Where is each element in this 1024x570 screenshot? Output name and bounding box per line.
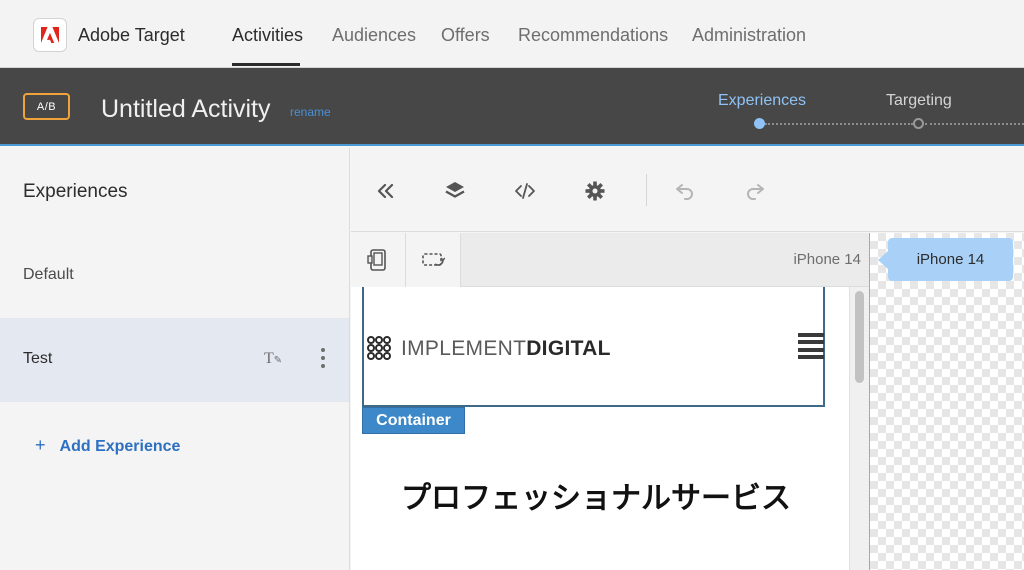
step-targeting[interactable]: Targeting <box>886 92 952 110</box>
add-experience-button[interactable]: + Add Experience <box>35 435 180 456</box>
rotate-device-icon[interactable] <box>406 233 461 287</box>
adobe-logo-icon[interactable] <box>33 18 67 52</box>
tab-administration[interactable]: Administration <box>692 25 806 46</box>
activity-title: Untitled Activity <box>101 95 271 123</box>
step-dot-targeting <box>913 118 924 129</box>
editor-toolbar <box>351 148 1024 232</box>
undo-icon[interactable] <box>673 180 697 202</box>
activity-type-badge: A/B <box>23 93 70 120</box>
hamburger-menu-icon[interactable] <box>798 333 824 359</box>
device-canvas-panel <box>869 233 1024 570</box>
experience-label: Test <box>23 350 53 367</box>
pill-arrow <box>878 251 888 269</box>
current-device-label: iPhone 14 <box>793 251 861 268</box>
experience-item-default[interactable]: Default <box>0 234 349 318</box>
more-options-icon[interactable] <box>320 348 326 368</box>
code-icon[interactable] <box>513 180 537 202</box>
experience-label: Default <box>23 266 74 283</box>
top-navigation: Adobe Target Activities Audiences Offers… <box>0 0 1024 68</box>
sidebar-title: Experiences <box>23 181 128 202</box>
layers-icon[interactable] <box>443 180 467 202</box>
scrollbar-thumb[interactable] <box>855 291 864 383</box>
toolbar-separator <box>646 174 647 206</box>
tab-audiences[interactable]: Audiences <box>332 25 416 46</box>
experience-item-test[interactable]: Test T✎ <box>0 318 349 402</box>
tab-offers[interactable]: Offers <box>441 25 490 46</box>
device-preview-icon[interactable] <box>351 233 406 287</box>
activity-header: A/B Untitled Activity rename Experiences… <box>0 68 1024 146</box>
add-experience-label: Add Experience <box>59 438 181 455</box>
rename-link[interactable]: rename <box>290 105 331 119</box>
step-dot-experiences <box>754 118 765 129</box>
preview-scrollbar[interactable] <box>849 287 869 570</box>
redo-icon[interactable] <box>743 180 767 202</box>
step-connector <box>765 123 913 125</box>
rename-text-icon[interactable]: T✎ <box>264 350 282 368</box>
collapse-icon[interactable] <box>373 180 397 202</box>
tab-activities[interactable]: Activities <box>232 25 303 46</box>
experiences-sidebar: Experiences Default Test T✎ + Add Experie… <box>0 148 350 570</box>
page-preview[interactable]: IMPLEMENTDIGITAL Container プロフェッショナルサービス <box>351 287 849 570</box>
device-toolbar: iPhone 14 <box>351 233 869 287</box>
active-tab-indicator <box>232 63 300 66</box>
implement-digital-logo-icon <box>367 336 391 360</box>
tab-recommendations[interactable]: Recommendations <box>518 25 668 46</box>
container-tag[interactable]: Container <box>362 407 465 434</box>
device-pill[interactable]: iPhone 14 <box>888 238 1013 281</box>
settings-icon[interactable] <box>583 180 607 202</box>
site-logo-text: IMPLEMENTDIGITAL <box>401 337 611 360</box>
page-heading[interactable]: プロフェッショナルサービス <box>401 473 801 517</box>
plus-icon: + <box>35 435 46 455</box>
step-experiences[interactable]: Experiences <box>718 92 806 110</box>
app-name[interactable]: Adobe Target <box>78 25 185 46</box>
selected-container-outline[interactable]: IMPLEMENTDIGITAL <box>362 287 825 407</box>
step-connector <box>925 123 1024 125</box>
